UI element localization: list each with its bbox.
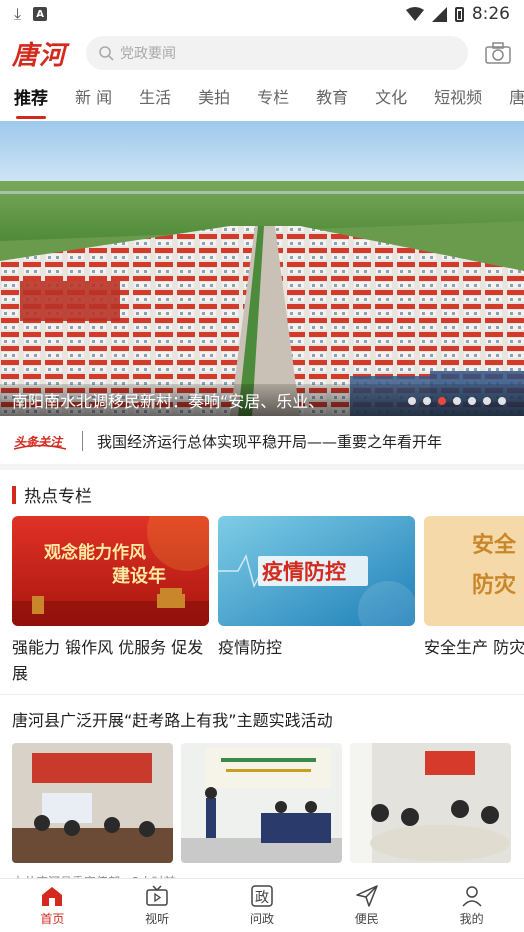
tab-recommend[interactable]: 推荐 [14, 84, 48, 119]
headline-logo: 头条关注 [12, 428, 70, 454]
nav-politics-label: 问政 [249, 912, 274, 926]
divider [82, 431, 83, 451]
hot-card-title[interactable]: 强能力 锻作风 优服务 促发展 [12, 635, 209, 687]
article-thumbnail[interactable] [350, 743, 511, 863]
tab-tanghe-account[interactable]: 唐河号 [509, 84, 524, 114]
headline-news[interactable]: 头条关注 我国经济运行总体实现平稳开局——重要之年看开年 [0, 418, 524, 470]
search-placeholder: 党政要闻 [120, 46, 176, 62]
article-thumbnail[interactable] [12, 743, 173, 863]
card-image-text: 防灾 [472, 572, 517, 598]
tab-photo[interactable]: 美拍 [198, 84, 230, 114]
hot-cards-carousel: 观念能力作风 建设年 强能力 锻作风 优服务 促发展 疫情防控 疫情防控 安全 … [12, 516, 524, 688]
hot-card-image: 观念能力作风 建设年 [12, 516, 209, 626]
zheng-icon: 政 [251, 885, 273, 907]
tab-education[interactable]: 教育 [316, 84, 348, 114]
carousel-dot[interactable] [498, 397, 506, 405]
battery-icon [454, 6, 464, 22]
tv-icon [146, 885, 168, 906]
news-article[interactable]: 唐河县广泛开展“赶考路上有我”主题实践活动 [0, 694, 524, 890]
bottom-navigation: 首页 视听 政 问政 便民 我的 [0, 878, 524, 932]
app-logo[interactable]: 唐河 [12, 35, 80, 72]
nav-politics[interactable]: 政 问政 [222, 884, 302, 927]
carousel-dot-active[interactable] [438, 397, 446, 405]
channel-tabs: 推荐 新 闻 生活 美拍 专栏 教育 文化 短视频 唐河号 [0, 78, 524, 120]
camera-button[interactable] [468, 35, 512, 71]
search-input[interactable]: 党政要闻 [86, 36, 468, 70]
nav-service-label: 便民 [354, 912, 379, 926]
article-thumbnail[interactable] [181, 743, 342, 863]
banner-image [0, 121, 524, 416]
hot-card[interactable]: 观念能力作风 建设年 强能力 锻作风 优服务 促发展 [12, 516, 209, 688]
carousel-dot[interactable] [468, 397, 476, 405]
headline-text[interactable]: 我国经济运行总体实现平稳开局——重要之年看开年 [97, 431, 442, 452]
tab-culture[interactable]: 文化 [375, 84, 407, 114]
download-icon: ⤓ [14, 4, 22, 23]
clock: 8:26 [471, 4, 510, 24]
tab-life[interactable]: 生活 [139, 84, 171, 114]
wifi-icon [405, 7, 424, 21]
a-notification-icon: A [33, 7, 48, 21]
banner-carousel[interactable]: 南阳南水北调移民新村：奏响“安居、乐业、 [0, 121, 524, 416]
svg-text:政: 政 [255, 890, 269, 906]
card-image-text: 观念能力作风 [43, 542, 146, 563]
section-marker [12, 485, 16, 504]
send-icon [356, 885, 378, 907]
camera-icon [485, 42, 511, 64]
nav-mine-label: 我的 [459, 912, 484, 926]
carousel-dot[interactable] [483, 397, 491, 405]
carousel-dot[interactable] [453, 397, 461, 405]
hot-card-image: 疫情防控 [218, 516, 415, 626]
hot-card-image: 安全 防灾 [424, 516, 524, 626]
card-image-text: 疫情防控 [262, 560, 346, 584]
carousel-dot[interactable] [423, 397, 431, 405]
status-bar: ⤓ A 8:26 [0, 0, 524, 28]
hot-section-title: 热点专栏 [12, 482, 92, 507]
tab-column[interactable]: 专栏 [257, 84, 289, 114]
nav-home-label: 首页 [40, 912, 65, 926]
user-icon [462, 886, 482, 907]
hot-card[interactable]: 安全 防灾 安全生产 防灾 [424, 516, 524, 688]
card-image-text: 建设年 [112, 565, 166, 587]
article-title[interactable]: 唐河县广泛开展“赶考路上有我”主题实践活动 [12, 707, 512, 731]
carousel-dots [408, 397, 506, 405]
banner-caption-text: 南阳南水北调移民新村：奏响“安居、乐业、 [12, 392, 325, 411]
nav-video-label: 视听 [145, 912, 170, 926]
article-thumbnails [12, 743, 512, 863]
nav-mine[interactable]: 我的 [432, 884, 512, 927]
hot-card-title[interactable]: 疫情防控 [218, 635, 415, 661]
search-icon [99, 46, 114, 61]
card-image-text: 安全 [472, 532, 517, 558]
home-icon [42, 887, 63, 906]
signal-icon [431, 6, 447, 22]
nav-service[interactable]: 便民 [327, 884, 407, 927]
hot-card[interactable]: 疫情防控 疫情防控 [218, 516, 415, 688]
hot-card-title[interactable]: 安全生产 防灾 [424, 635, 524, 661]
tab-news[interactable]: 新 闻 [75, 84, 112, 114]
section-title-text: 热点专栏 [24, 487, 92, 507]
carousel-dot[interactable] [408, 397, 416, 405]
app-header: 唐河 党政要闻 [0, 30, 524, 76]
tab-short-video[interactable]: 短视频 [434, 84, 482, 114]
nav-home[interactable]: 首页 [12, 884, 92, 927]
nav-video[interactable]: 视听 [117, 884, 197, 927]
